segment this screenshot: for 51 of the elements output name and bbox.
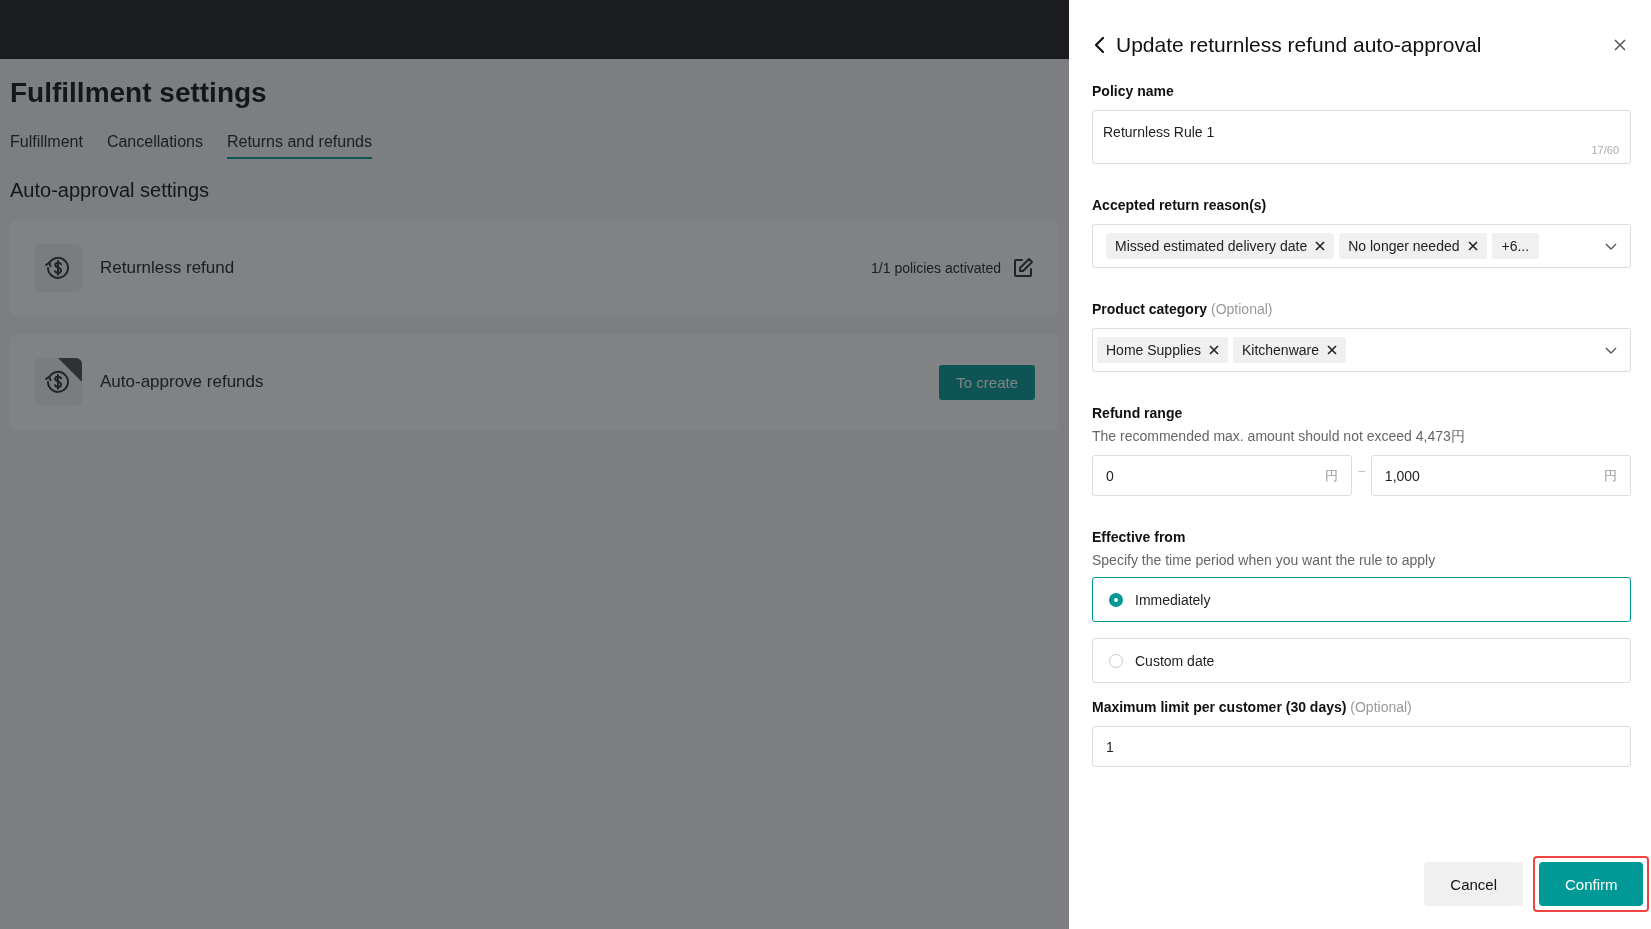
tab[interactable]: Fulfillment (10, 133, 83, 159)
radio-button[interactable] (1109, 592, 1123, 607)
cancel-button[interactable]: Cancel (1424, 862, 1523, 906)
policies-status: 1/1 policies activated (871, 260, 1001, 276)
edit-icon[interactable] (1011, 256, 1035, 280)
range-separator: – (1358, 464, 1365, 478)
field-label: Refund range (1092, 405, 1184, 421)
optional-note: (Optional) (1211, 301, 1273, 317)
field-value: Returnless Rule 1 (1103, 124, 1215, 140)
remove-icon[interactable] (1315, 241, 1326, 251)
field-label: Policy name (1092, 83, 1175, 99)
policy-name-field[interactable]: Returnless Rule 1 17/60 (1092, 110, 1631, 164)
tab[interactable]: Cancellations (106, 133, 203, 159)
card-title: Returnless refund (100, 258, 236, 278)
page-title: Fulfillment settings (10, 77, 268, 109)
remove-icon[interactable] (1208, 345, 1219, 355)
currency-unit: 円 (1604, 466, 1617, 485)
currency-unit: 円 (1325, 466, 1339, 485)
optional-note: (Optional) (1350, 699, 1412, 715)
maximum-amount-field[interactable]: 1,000 円 (1370, 455, 1631, 496)
return-reasons-select[interactable]: Missed estimated delivery date No longer needed +6... (1092, 224, 1631, 268)
field-label: Effective from (1092, 529, 1187, 545)
section-title: Auto-approval settings (10, 179, 210, 202)
remove-icon[interactable] (1467, 241, 1478, 251)
field-hint: Specify the time period when you want the rule to apply (1092, 552, 1437, 568)
tab[interactable]: Returns and refunds (226, 133, 372, 159)
field-label: Accepted return reason(s) (1092, 197, 1268, 213)
more-tag: +6... (1491, 233, 1540, 259)
field-value: 1 (1106, 738, 1114, 755)
product-category-select[interactable]: Home Supplies Kitchenware (1092, 328, 1631, 372)
character-counter: 17/60 (1591, 144, 1619, 156)
drawer-title: Update returnless refund auto-approval (1116, 33, 1483, 57)
radio-option[interactable]: Custom date (1092, 638, 1631, 683)
option-label: Immediately (1135, 591, 1211, 608)
radio-option[interactable]: Immediately (1092, 577, 1631, 622)
card-title: Auto-approve refunds (100, 372, 265, 392)
tag-label: Home Supplies (1106, 342, 1201, 358)
field-value: 1,000 (1384, 467, 1420, 484)
option-label: Custom date (1135, 652, 1215, 669)
tag-label: Missed estimated delivery date (1115, 238, 1308, 254)
close-icon[interactable] (1613, 38, 1627, 52)
field-value: 0 (1106, 467, 1114, 484)
minimum-amount-field[interactable]: 0 円 (1092, 455, 1353, 496)
tag-label: No longer needed (1348, 238, 1460, 254)
maximum-limit-field[interactable]: 1 (1092, 726, 1631, 767)
tag-label: Kitchenware (1241, 342, 1319, 358)
remove-icon[interactable] (1327, 345, 1337, 355)
confirm-button[interactable]: Confirm (1539, 862, 1643, 906)
field-label: Maximum limit per customer (30 days) (1092, 699, 1347, 715)
field-label: Product category (1092, 301, 1208, 317)
field-hint: The recommended max. amount should not exceed 4,473円 (1092, 428, 1466, 446)
